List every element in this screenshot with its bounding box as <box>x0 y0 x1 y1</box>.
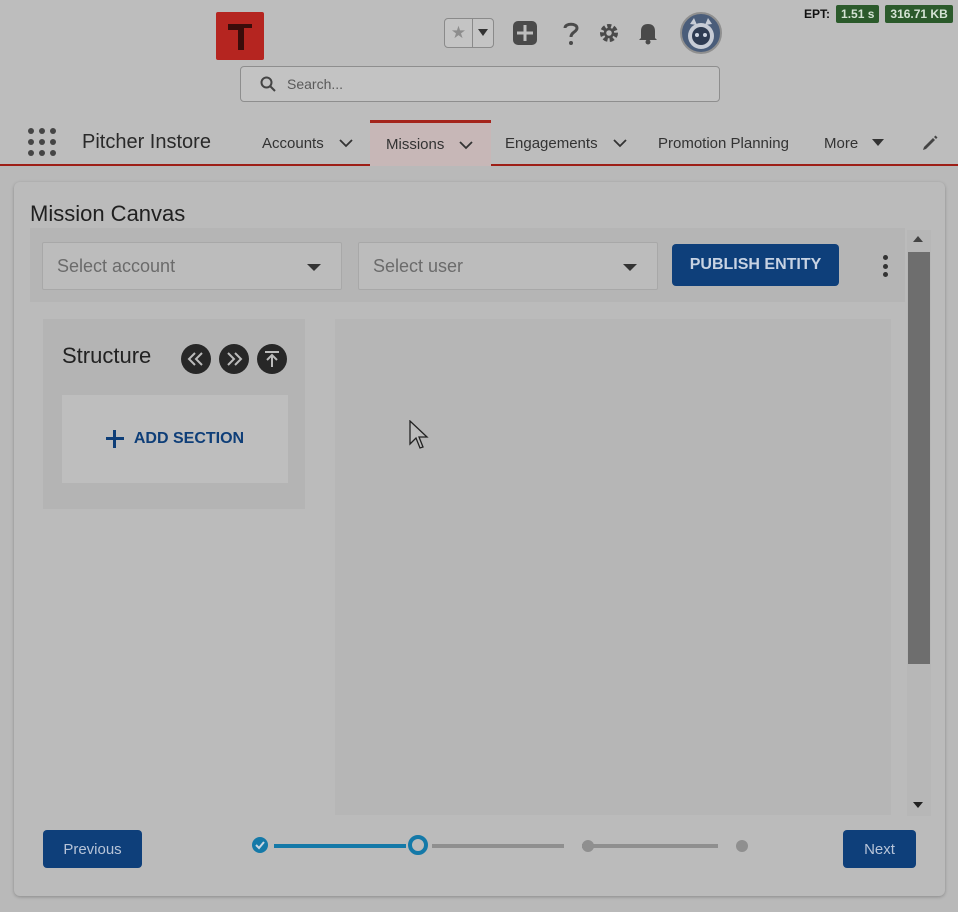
ept-indicator: EPT: 1.51 s 316.71 KB <box>804 4 953 24</box>
progress-step-2[interactable] <box>408 835 428 855</box>
structure-panel: Structure ADD SECTION <box>43 319 305 509</box>
nav-tab-accounts[interactable]: Accounts <box>262 120 354 166</box>
select-account-dropdown[interactable]: Select account <box>42 242 342 290</box>
edit-nav-button[interactable] <box>921 120 939 166</box>
vertical-scrollbar[interactable] <box>907 230 931 816</box>
help-icon <box>563 22 579 45</box>
chevron-down-icon[interactable] <box>458 137 474 153</box>
org-logo[interactable] <box>216 12 264 60</box>
nav-more-menu[interactable]: More <box>824 120 885 166</box>
favorites-menu-button[interactable] <box>473 19 493 47</box>
canvas-toolbar: Select account Select user PUBLISH ENTIT… <box>30 228 905 302</box>
nav-tab-engagements[interactable]: Engagements <box>505 120 628 166</box>
page-title: Mission Canvas <box>30 201 186 226</box>
progress-indicator <box>250 832 748 862</box>
app-navigation: Pitcher Instore Accounts Missions Engage… <box>0 120 958 166</box>
add-section-button[interactable]: ADD SECTION <box>62 395 288 483</box>
collapse-all-button[interactable] <box>181 344 211 374</box>
nav-tab-label: Missions <box>386 136 445 153</box>
notifications-button[interactable] <box>633 18 663 48</box>
pencil-icon <box>923 135 938 150</box>
select-account-placeholder: Select account <box>57 255 176 276</box>
dropdown-arrow-icon <box>623 264 637 271</box>
app-launcher-icon[interactable] <box>28 128 56 156</box>
arrow-to-top-icon <box>265 351 279 367</box>
app-name: Pitcher Instore <box>82 131 211 153</box>
progress-step-3[interactable] <box>582 840 594 852</box>
search-input[interactable] <box>287 76 667 92</box>
scroll-down-arrow-icon[interactable] <box>913 802 923 808</box>
double-chevron-left-icon <box>187 352 203 366</box>
chevron-down-icon[interactable] <box>612 135 628 151</box>
more-actions-icon[interactable] <box>880 255 890 277</box>
checkmark-icon <box>255 841 265 850</box>
mouse-cursor-icon <box>409 420 429 449</box>
progress-step-1[interactable] <box>252 837 268 853</box>
mission-canvas-card: Mission Canvas Select account Select use… <box>14 182 945 896</box>
search-icon <box>260 76 276 92</box>
scrollbar-thumb[interactable] <box>908 252 930 664</box>
help-button[interactable] <box>556 18 586 48</box>
favorites-button-group[interactable]: ★ <box>444 18 494 48</box>
structure-title: Structure <box>62 343 152 368</box>
dropdown-arrow-icon <box>307 264 321 271</box>
star-icon[interactable]: ★ <box>445 19 473 47</box>
caret-down-icon <box>478 29 488 36</box>
setup-button[interactable] <box>594 18 624 48</box>
astro-avatar-icon <box>688 18 714 49</box>
plus-icon <box>105 430 124 448</box>
scroll-to-top-button[interactable] <box>257 344 287 374</box>
canvas-workspace[interactable] <box>335 319 891 815</box>
progress-step-4[interactable] <box>736 840 748 852</box>
logo-mark-icon <box>228 24 252 50</box>
previous-button[interactable]: Previous <box>43 830 142 868</box>
global-search[interactable] <box>240 66 720 102</box>
progress-line <box>432 844 564 848</box>
scroll-up-arrow-icon[interactable] <box>913 236 923 242</box>
nav-tab-promotion-planning[interactable]: Promotion Planning <box>658 120 789 166</box>
select-user-dropdown[interactable]: Select user <box>358 242 658 290</box>
global-header: ★ EPT: 1.51 s 316.71 KB Search... Pitche… <box>0 0 958 166</box>
chevron-down-icon[interactable] <box>338 135 354 151</box>
global-actions-button[interactable] <box>510 18 540 48</box>
add-icon <box>513 21 537 45</box>
double-chevron-right-icon <box>227 352 243 366</box>
nav-tab-label: Engagements <box>505 134 598 152</box>
caret-down-icon <box>872 139 885 146</box>
select-user-placeholder: Select user <box>373 255 464 276</box>
nav-tab-label: Promotion Planning <box>658 134 789 152</box>
setup-gear-icon <box>600 24 618 42</box>
publish-entity-button[interactable]: PUBLISH ENTITY <box>672 244 839 286</box>
next-button[interactable]: Next <box>843 830 916 868</box>
ept-size-badge: 316.71 KB <box>885 5 953 23</box>
add-section-label: ADD SECTION <box>133 430 245 447</box>
expand-all-button[interactable] <box>219 344 249 374</box>
nav-tab-label: More <box>824 134 859 152</box>
progress-line <box>582 844 718 848</box>
user-avatar[interactable] <box>680 12 722 54</box>
progress-line-complete <box>274 844 406 848</box>
ept-time-badge: 1.51 s <box>836 5 880 23</box>
notification-bell-icon <box>639 24 657 45</box>
ept-label: EPT: <box>804 7 831 21</box>
nav-tab-label: Accounts <box>262 134 324 152</box>
nav-tab-missions[interactable]: Missions <box>370 120 491 166</box>
